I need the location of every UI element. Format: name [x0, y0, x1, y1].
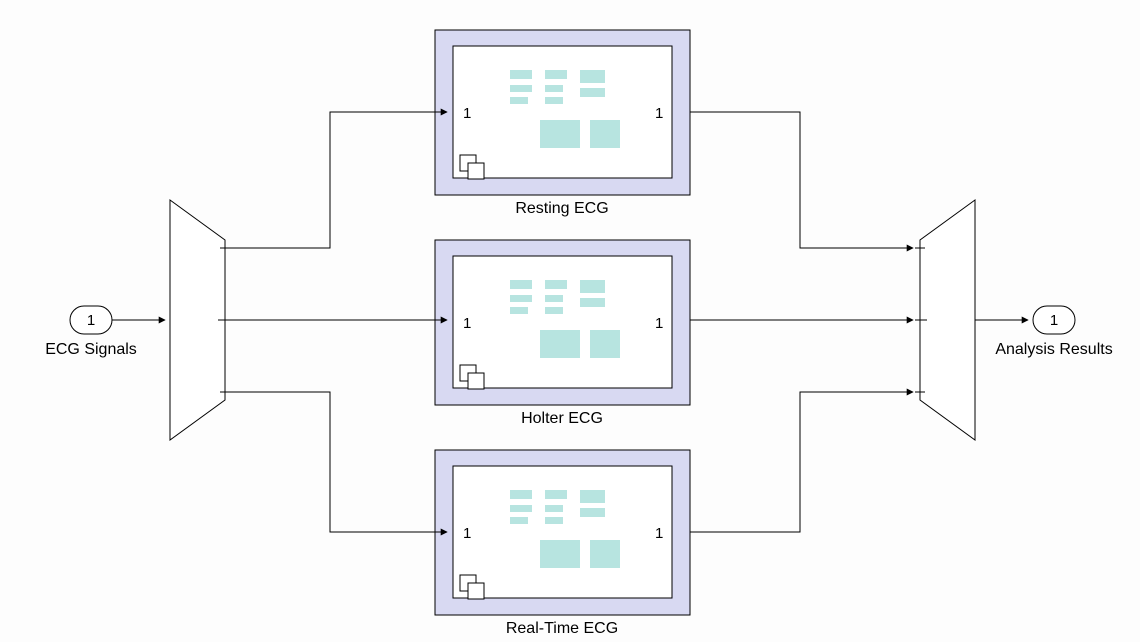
- variant-out-port: 1: [655, 315, 663, 332]
- variant-in-port: 1: [463, 525, 471, 542]
- variant-block-resting[interactable]: 1 1: [435, 30, 690, 195]
- signal-line: [690, 112, 913, 248]
- mux-block[interactable]: [915, 200, 975, 440]
- variant-out-port: 1: [655, 105, 663, 122]
- variant-label: Resting ECG: [515, 200, 608, 217]
- demux-block[interactable]: [170, 200, 230, 440]
- variant-in-port: 1: [463, 315, 471, 332]
- signal-line: [230, 112, 447, 248]
- variant-label: Holter ECG: [521, 410, 603, 427]
- variant-block-holter[interactable]: 1 1: [435, 240, 690, 405]
- inport-block[interactable]: 1: [70, 306, 112, 334]
- signal-line: [690, 392, 913, 532]
- variant-block-realtime[interactable]: 1 1: [435, 450, 690, 615]
- outport-label: Analysis Results: [995, 341, 1112, 358]
- inport-label: ECG Signals: [45, 341, 137, 358]
- simulink-diagram: 1 ECG Signals 1 Analysis Results 1 1: [0, 0, 1140, 642]
- variant-label: Real-Time ECG: [506, 620, 618, 637]
- variant-in-port: 1: [463, 105, 471, 122]
- inport-port-number: 1: [87, 312, 95, 329]
- outport-port-number: 1: [1050, 312, 1058, 329]
- outport-block[interactable]: 1: [1033, 306, 1075, 334]
- variant-out-port: 1: [655, 525, 663, 542]
- signal-line: [230, 392, 447, 532]
